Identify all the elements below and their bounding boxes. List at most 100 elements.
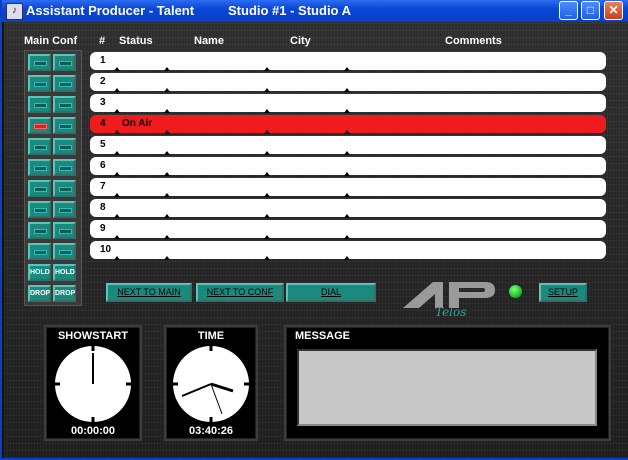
conf-button-1[interactable] bbox=[53, 54, 76, 71]
column-divider-marker bbox=[114, 109, 120, 113]
app-icon[interactable]: ♪ bbox=[6, 3, 23, 20]
column-divider-marker bbox=[164, 172, 170, 176]
main-button-1[interactable] bbox=[28, 54, 51, 71]
client-area: Main Conf # Status Name City Comments HO… bbox=[4, 22, 628, 458]
logo-script: Telos bbox=[435, 305, 466, 318]
column-divider-marker bbox=[164, 193, 170, 197]
line-row-2[interactable]: 2 bbox=[90, 73, 606, 92]
main-conf-panel: HOLD HOLD DROP DROP bbox=[24, 50, 82, 306]
column-divider-marker bbox=[344, 172, 350, 176]
column-divider-marker bbox=[344, 214, 350, 218]
col-num-header: # bbox=[99, 35, 106, 47]
column-divider-marker bbox=[264, 172, 270, 176]
caller-list: 1 2 3 4 On Air 5 6 7 8 9 10 bbox=[90, 50, 608, 291]
column-divider-marker bbox=[114, 235, 120, 239]
line-row-1[interactable]: 1 bbox=[90, 52, 606, 71]
hold-button-main[interactable]: HOLD bbox=[28, 264, 51, 281]
main-button-4[interactable] bbox=[28, 117, 51, 134]
column-divider-marker bbox=[264, 151, 270, 155]
window-title: Assistant Producer - Talent bbox=[26, 3, 195, 18]
column-divider-marker bbox=[264, 214, 270, 218]
conf-button-3[interactable] bbox=[53, 96, 76, 113]
conf-button-6[interactable] bbox=[53, 159, 76, 176]
line-row-6[interactable]: 6 bbox=[90, 157, 606, 176]
line-row-10[interactable]: 10 bbox=[90, 241, 606, 260]
line-row-8[interactable]: 8 bbox=[90, 199, 606, 218]
col-comments-header: Comments bbox=[445, 35, 502, 47]
maximize-button[interactable]: □ bbox=[581, 1, 600, 20]
showstart-clock-face bbox=[55, 346, 131, 422]
conf-button-8[interactable] bbox=[53, 201, 76, 218]
column-divider-marker bbox=[344, 67, 350, 71]
col-city-header: City bbox=[290, 35, 311, 47]
column-divider-marker bbox=[164, 256, 170, 260]
next-to-conf-button[interactable]: NEXT TO CONF bbox=[196, 283, 284, 302]
line-number: 1 bbox=[100, 55, 106, 66]
line-number: 4 bbox=[100, 118, 106, 129]
column-divider-marker bbox=[344, 88, 350, 92]
line-number: 9 bbox=[100, 223, 106, 234]
column-divider-marker bbox=[344, 256, 350, 260]
line-row-7[interactable]: 7 bbox=[90, 178, 606, 197]
conf-button-10[interactable] bbox=[53, 243, 76, 260]
main-button-5[interactable] bbox=[28, 138, 51, 155]
column-divider-marker bbox=[264, 130, 270, 134]
close-button[interactable]: ✕ bbox=[604, 1, 623, 20]
line-row-9[interactable]: 9 bbox=[90, 220, 606, 239]
next-to-main-button[interactable]: NEXT TO MAIN bbox=[106, 283, 192, 302]
line-row-4[interactable]: 4 On Air bbox=[90, 115, 606, 134]
line-number: 10 bbox=[100, 244, 112, 255]
setup-button[interactable]: SETUP bbox=[539, 283, 587, 302]
column-divider-marker bbox=[344, 193, 350, 197]
main-button-8[interactable] bbox=[28, 201, 51, 218]
drop-button-conf[interactable]: DROP bbox=[53, 285, 76, 302]
column-divider-marker bbox=[164, 214, 170, 218]
column-divider-marker bbox=[164, 130, 170, 134]
column-divider-marker bbox=[264, 109, 270, 113]
dial-button[interactable]: DIAL bbox=[286, 283, 376, 302]
column-divider-marker bbox=[264, 193, 270, 197]
message-box[interactable] bbox=[297, 349, 597, 426]
column-divider-marker bbox=[114, 151, 120, 155]
window-subtitle: Studio #1 - Studio A bbox=[228, 3, 352, 18]
line-number: 8 bbox=[100, 202, 106, 213]
line-number: 5 bbox=[100, 139, 106, 150]
column-divider-marker bbox=[114, 88, 120, 92]
main-button-7[interactable] bbox=[28, 180, 51, 197]
column-divider-marker bbox=[264, 88, 270, 92]
showstart-time: 00:00:00 bbox=[70, 425, 116, 437]
column-divider-marker bbox=[164, 109, 170, 113]
col-status-header: Status bbox=[119, 35, 153, 47]
column-divider-marker bbox=[164, 88, 170, 92]
hold-button-conf[interactable]: HOLD bbox=[53, 264, 76, 281]
conf-button-4[interactable] bbox=[53, 117, 76, 134]
column-divider-marker bbox=[344, 109, 350, 113]
line-number: 6 bbox=[100, 160, 106, 171]
main-button-9[interactable] bbox=[28, 222, 51, 239]
column-divider-marker bbox=[264, 67, 270, 71]
conf-button-2[interactable] bbox=[53, 75, 76, 92]
column-divider-marker bbox=[164, 67, 170, 71]
title-bar[interactable]: ♪ Assistant Producer - Talent Studio #1 … bbox=[2, 0, 628, 22]
message-title: MESSAGE bbox=[295, 330, 351, 342]
line-status: On Air bbox=[122, 118, 153, 129]
column-divider-marker bbox=[344, 151, 350, 155]
showstart-panel: SHOWSTART 00:00:00 bbox=[44, 325, 142, 441]
line-row-3[interactable]: 3 bbox=[90, 94, 606, 113]
main-button-10[interactable] bbox=[28, 243, 51, 260]
minimize-button[interactable]: _ bbox=[559, 1, 578, 20]
message-panel: MESSAGE bbox=[284, 325, 611, 441]
main-button-6[interactable] bbox=[28, 159, 51, 176]
main-button-2[interactable] bbox=[28, 75, 51, 92]
conf-button-9[interactable] bbox=[53, 222, 76, 239]
column-divider-marker bbox=[344, 235, 350, 239]
line-number: 3 bbox=[100, 97, 106, 108]
line-number: 7 bbox=[100, 181, 106, 192]
main-button-3[interactable] bbox=[28, 96, 51, 113]
main-conf-header: Main Conf bbox=[24, 35, 78, 47]
app-window: ♪ Assistant Producer - Talent Studio #1 … bbox=[0, 0, 628, 460]
drop-button-main[interactable]: DROP bbox=[28, 285, 51, 302]
line-row-5[interactable]: 5 bbox=[90, 136, 606, 155]
conf-button-7[interactable] bbox=[53, 180, 76, 197]
conf-button-5[interactable] bbox=[53, 138, 76, 155]
